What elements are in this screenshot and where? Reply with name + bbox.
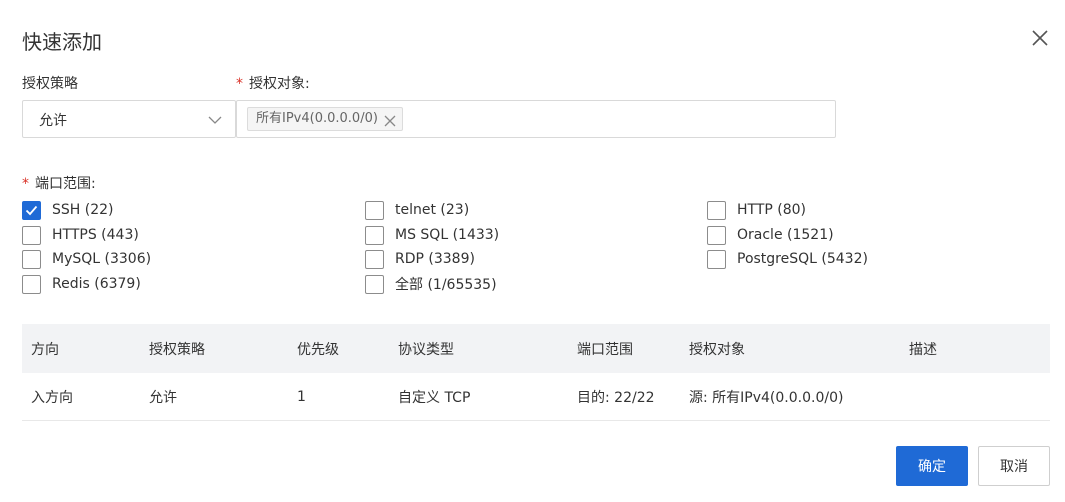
checkbox[interactable] [365, 225, 384, 245]
checkbox[interactable] [365, 249, 384, 269]
port-option-mssql[interactable]: MS SQL (1433) [365, 224, 499, 246]
column-header: 描述 [909, 341, 937, 358]
port-option-label: SSH (22) [52, 202, 114, 218]
table-row: 入方向 允许 1 自定义 TCP 目的: 22/22 源: 所有IPv4(0.0… [22, 373, 1050, 421]
tag-remove-icon[interactable] [384, 113, 396, 127]
checkbox[interactable] [22, 225, 41, 245]
table-cell: 1 [297, 388, 306, 405]
policy-select[interactable]: 允许 [22, 100, 236, 138]
checkbox[interactable] [707, 249, 726, 269]
port-option-oracle[interactable]: Oracle (1521) [707, 224, 834, 246]
table-cell: 目的: 22/22 [577, 389, 655, 406]
table-cell: 源: 所有IPv4(0.0.0.0/0) [689, 389, 844, 406]
port-option-label: telnet (23) [395, 202, 470, 218]
confirm-button[interactable]: 确定 [896, 446, 968, 486]
port-option-postgresql[interactable]: PostgreSQL (5432) [707, 248, 868, 270]
target-label-row: * 授权对象: [236, 73, 310, 93]
checkbox[interactable] [22, 274, 41, 294]
column-header: 授权策略 [149, 341, 205, 358]
policy-select-value: 允许 [39, 113, 67, 129]
chevron-down-icon [207, 112, 223, 128]
column-header: 协议类型 [398, 341, 454, 358]
cancel-button[interactable]: 取消 [978, 446, 1050, 486]
column-header: 优先级 [297, 341, 339, 358]
checkbox[interactable] [365, 200, 384, 220]
column-header: 授权对象 [689, 341, 745, 358]
port-option-label: MySQL (3306) [52, 251, 152, 267]
port-option-label: Redis (6379) [52, 276, 141, 292]
dialog-title: 快速添加 [22, 30, 102, 54]
target-label: 授权对象: [249, 76, 310, 92]
port-option-ssh[interactable]: SSH (22) [22, 199, 114, 221]
port-option-label: RDP (3389) [395, 251, 475, 267]
table-cell: 允许 [149, 389, 177, 406]
checkbox[interactable] [365, 274, 384, 294]
ports-label: 端口范围: [35, 176, 96, 192]
checkbox[interactable] [707, 200, 726, 220]
port-option-http[interactable]: HTTP (80) [707, 199, 806, 221]
port-option-all[interactable]: 全部 (1/65535) [365, 273, 497, 295]
column-header: 方向 [31, 341, 59, 358]
policy-label: 授权策略 [22, 76, 78, 92]
port-option-label: MS SQL (1433) [395, 227, 500, 243]
port-option-rdp[interactable]: RDP (3389) [365, 248, 475, 270]
port-option-label: HTTP (80) [737, 202, 807, 218]
column-header: 端口范围 [577, 341, 633, 358]
port-option-redis[interactable]: Redis (6379) [22, 273, 141, 295]
port-option-label: HTTPS (443) [52, 227, 139, 243]
port-option-mysql[interactable]: MySQL (3306) [22, 248, 151, 270]
ports-label-row: * 端口范围: [22, 173, 96, 193]
port-option-https[interactable]: HTTPS (443) [22, 224, 139, 246]
table-cell: 入方向 [31, 389, 73, 406]
checkbox[interactable] [707, 225, 726, 245]
port-option-label: 全部 (1/65535) [395, 277, 497, 293]
table-header: 方向 授权策略 优先级 协议类型 端口范围 授权对象 描述 [22, 324, 1050, 373]
port-option-label: Oracle (1521) [737, 227, 834, 243]
quick-add-dialog: 快速添加 授权策略 允许 * 授权对象: 所有IPv4(0.0.0.0/0) * 端… [0, 0, 1065, 502]
checkbox[interactable] [22, 249, 41, 269]
required-mark: * [236, 76, 243, 92]
required-mark: * [22, 176, 29, 192]
target-tag-input[interactable]: 所有IPv4(0.0.0.0/0) [236, 100, 836, 138]
close-icon[interactable] [1029, 27, 1051, 49]
port-option-label: PostgreSQL (5432) [737, 251, 868, 267]
rules-table: 方向 授权策略 优先级 协议类型 端口范围 授权对象 描述 入方向 允许 1 自… [22, 324, 1050, 421]
table-cell: 自定义 TCP [398, 389, 471, 406]
check-icon [25, 205, 38, 215]
target-tag: 所有IPv4(0.0.0.0/0) [247, 107, 403, 131]
checkbox-checked[interactable] [22, 200, 41, 220]
port-option-telnet[interactable]: telnet (23) [365, 199, 469, 221]
target-tag-label: 所有IPv4(0.0.0.0/0) [256, 111, 378, 126]
